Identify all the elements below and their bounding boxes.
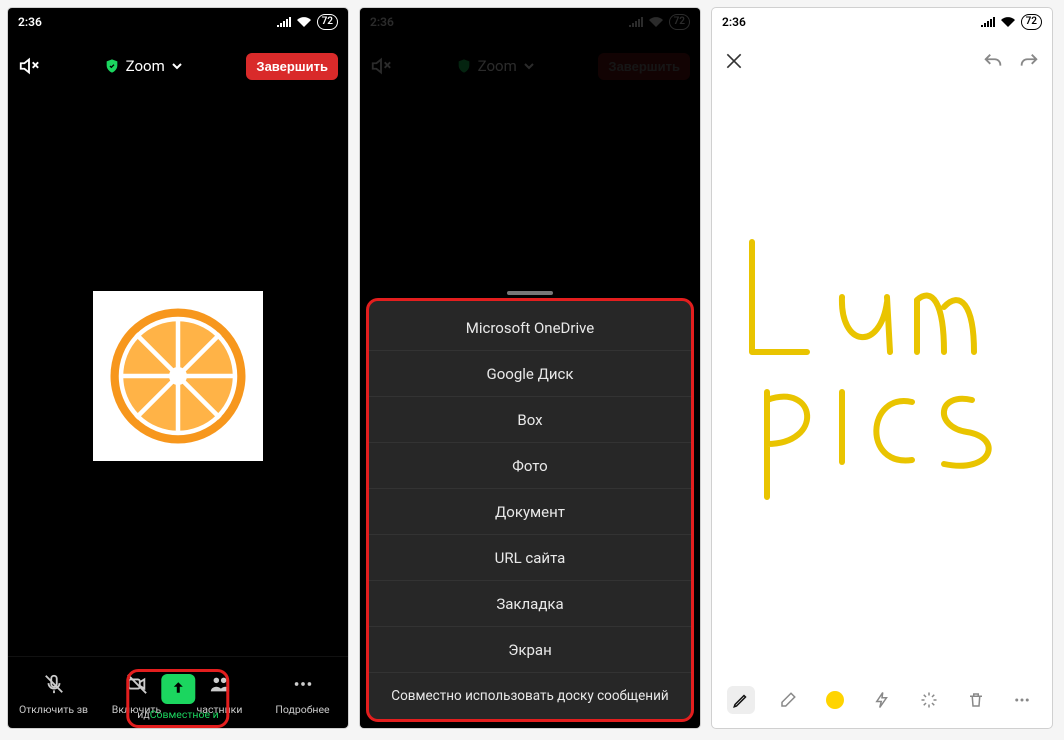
share-option-photo[interactable]: Фото (369, 443, 691, 489)
share-option-url[interactable]: URL сайта (369, 535, 691, 581)
color-picker[interactable] (821, 686, 849, 714)
color-swatch-icon (826, 691, 844, 709)
sheet-handle[interactable] (507, 291, 553, 295)
zoom-title-label: Zoom (126, 57, 165, 75)
orange-avatar-icon (103, 301, 253, 451)
zoom-header: Zoom Завершить (8, 36, 348, 96)
lightning-icon (873, 691, 891, 709)
spotlight-tool[interactable] (868, 686, 896, 714)
share-option-document[interactable]: Документ (369, 489, 691, 535)
battery-badge: 72 (317, 14, 338, 30)
signal-icon (981, 17, 995, 27)
more-icon (1013, 691, 1031, 709)
zoom-title-dropdown[interactable]: Zoom (104, 57, 183, 75)
share-option-box[interactable]: Box (369, 397, 691, 443)
status-bar: 2:36 72 (712, 8, 1052, 36)
redo-button[interactable] (1018, 51, 1040, 77)
share-option-whiteboard[interactable]: Совместно использовать доску сообщений (369, 673, 691, 719)
whiteboard-toolbar (712, 672, 1052, 728)
drawing (712, 92, 1052, 652)
share-option-bookmark[interactable]: Закладка (369, 581, 691, 627)
zoom-bottom-bar: Отключить зв Включить идСовместное и час… (8, 656, 348, 728)
end-call-button[interactable]: Завершить (246, 53, 338, 80)
share-highlight: идСовместное и (126, 669, 229, 728)
wifi-icon (297, 17, 311, 27)
more-button[interactable] (1008, 686, 1036, 714)
trash-icon (967, 691, 985, 709)
share-sheet: Microsoft OneDrive Google Диск Box Фото … (366, 298, 694, 722)
phone-whiteboard: 2:36 72 (712, 8, 1052, 728)
phone-zoom-call: 2:36 72 Zoom Завершить (8, 8, 348, 728)
whiteboard-canvas[interactable] (712, 92, 1052, 672)
pen-tool[interactable] (727, 686, 755, 714)
undo-button[interactable] (982, 51, 1004, 77)
eraser-tool[interactable] (774, 686, 802, 714)
whiteboard-header (712, 36, 1052, 92)
close-icon (724, 51, 744, 71)
more-button[interactable]: Подробнее (261, 669, 344, 716)
shield-icon (104, 58, 120, 74)
share-button[interactable]: идСовместное и (137, 674, 218, 721)
battery-badge: 72 (1021, 14, 1042, 30)
close-button[interactable] (724, 51, 744, 77)
share-up-icon (169, 680, 187, 698)
eraser-icon (779, 691, 797, 709)
mute-button[interactable]: Отключить зв (12, 669, 95, 716)
signal-icon (277, 17, 291, 27)
wifi-icon (1001, 17, 1015, 27)
magic-tool[interactable] (915, 686, 943, 714)
share-option-gdrive[interactable]: Google Диск (369, 351, 691, 397)
more-icon (292, 673, 314, 695)
undo-icon (982, 51, 1004, 73)
sparkle-icon (920, 691, 938, 709)
chevron-down-icon (171, 60, 183, 72)
redo-icon (1018, 51, 1040, 73)
video-area[interactable] (8, 96, 348, 656)
trash-button[interactable] (962, 686, 990, 714)
pen-icon (732, 691, 750, 709)
phone-share-sheet: 2:36 72 Zoom Завершить Microsoft OneDriv… (360, 8, 700, 728)
status-bar: 2:36 72 (8, 8, 348, 36)
mic-off-icon (43, 673, 65, 695)
speaker-muted-icon[interactable] (18, 55, 40, 77)
avatar (93, 291, 263, 461)
share-option-screen[interactable]: Экран (369, 627, 691, 673)
status-time: 2:36 (722, 15, 746, 29)
status-time: 2:36 (18, 15, 42, 29)
share-option-onedrive[interactable]: Microsoft OneDrive (369, 305, 691, 351)
